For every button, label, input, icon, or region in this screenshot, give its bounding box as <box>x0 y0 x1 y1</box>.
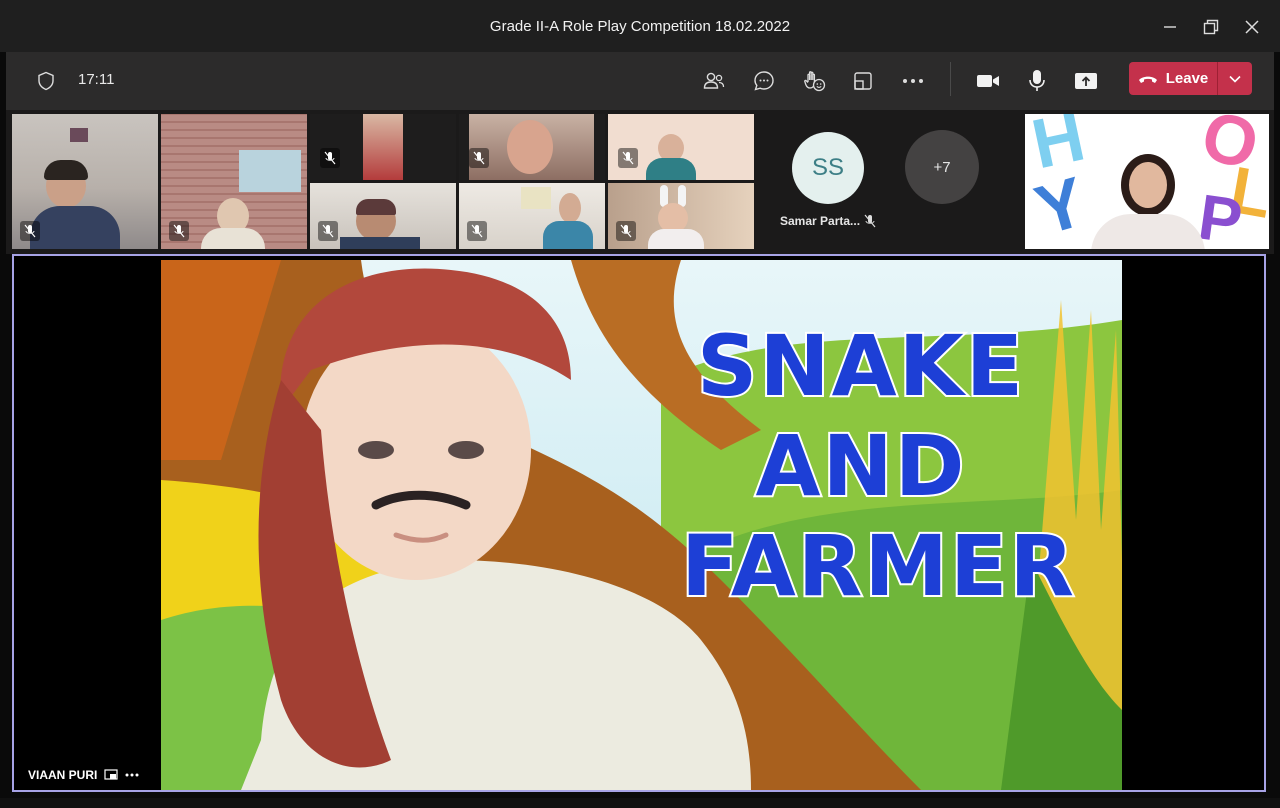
participant-video-tile[interactable] <box>459 183 605 249</box>
leave-button[interactable]: Leave <box>1129 62 1217 95</box>
muted-mic-icon <box>469 148 489 168</box>
shield-icon <box>38 71 54 91</box>
share-screen-icon <box>1075 73 1097 89</box>
participant-video-tile[interactable] <box>608 114 754 180</box>
chevron-down-icon <box>1229 75 1241 83</box>
room-view-icon <box>854 72 872 90</box>
title-bar: Grade II-A Role Play Competition 18.02.2… <box>0 0 1280 52</box>
restore-icon <box>1203 19 1219 35</box>
toolbar-separator <box>950 62 951 96</box>
more-icon <box>903 79 923 83</box>
participant-video-tile[interactable] <box>310 114 456 180</box>
leave-label: Leave <box>1165 70 1209 87</box>
window-title: Grade II-A Role Play Competition 18.02.2… <box>489 18 791 35</box>
muted-mic-icon <box>20 221 40 241</box>
hang-up-icon <box>1138 76 1157 83</box>
meeting-info-button[interactable] <box>30 65 62 97</box>
more-actions-button[interactable] <box>897 65 929 97</box>
leave-options-button[interactable] <box>1218 62 1252 95</box>
participant-name: Samar Parta... <box>780 214 861 228</box>
leave-control: Leave <box>1129 62 1252 95</box>
speaker-video[interactable]: SNAKE AND FARMER <box>161 260 1122 790</box>
minimize-icon <box>1164 26 1176 28</box>
restore-button[interactable] <box>1198 14 1224 40</box>
muted-mic-icon <box>618 148 638 168</box>
participant-video-tile[interactable] <box>608 183 754 249</box>
slide-title: SNAKE AND FARMER <box>679 315 1077 617</box>
more-icon[interactable] <box>125 773 139 777</box>
microphone-icon <box>1029 70 1045 91</box>
muted-mic-icon <box>864 214 876 228</box>
speaker-label: VIAAN PURI <box>28 768 139 782</box>
meeting-toolbar: 17:11 Leave <box>6 52 1274 110</box>
presenter-video-tile[interactable]: H O L Y P <box>1025 114 1269 249</box>
main-stage: SNAKE AND FARMER VIAAN PURI <box>12 254 1266 792</box>
participant-video-tile[interactable] <box>459 114 605 180</box>
reactions-button[interactable] <box>798 65 830 97</box>
slide-title-line: AND <box>753 415 967 517</box>
bottom-edge <box>0 798 1280 808</box>
speaker-name: VIAAN PURI <box>28 768 98 782</box>
chat-icon <box>754 71 774 91</box>
close-button[interactable] <box>1239 14 1265 40</box>
people-icon <box>703 72 725 89</box>
muted-mic-icon <box>320 148 340 168</box>
microphone-button[interactable] <box>1021 65 1053 97</box>
participant-video-tile[interactable] <box>12 114 158 249</box>
close-icon <box>1245 20 1259 34</box>
participant-gallery: SS Samar Parta... +7 H O L Y P <box>6 110 1274 254</box>
overflow-count: +7 <box>933 158 951 176</box>
screen-share-indicator-icon <box>104 769 118 780</box>
muted-mic-icon <box>318 221 338 241</box>
reactions-icon <box>804 71 826 92</box>
muted-mic-icon <box>616 221 636 241</box>
share-screen-button[interactable] <box>1070 65 1102 97</box>
participant-avatar[interactable]: SS <box>792 132 864 204</box>
muted-mic-icon <box>467 221 487 241</box>
participant-video-tile[interactable] <box>310 183 456 249</box>
more-participants-button[interactable]: +7 <box>905 130 979 204</box>
camera-button[interactable] <box>972 65 1004 97</box>
muted-mic-icon <box>169 221 189 241</box>
participants-button[interactable] <box>698 65 730 97</box>
participant-video-tile[interactable] <box>161 114 307 249</box>
minimize-button[interactable] <box>1157 14 1183 40</box>
camera-icon <box>977 75 999 87</box>
chat-button[interactable] <box>748 65 780 97</box>
slide-title-line: FARMER <box>679 515 1077 617</box>
room-view-button[interactable] <box>847 65 879 97</box>
avatar-initials: SS <box>811 154 844 181</box>
slide-title-line: SNAKE <box>695 315 1026 417</box>
meeting-timer: 17:11 <box>78 71 115 88</box>
